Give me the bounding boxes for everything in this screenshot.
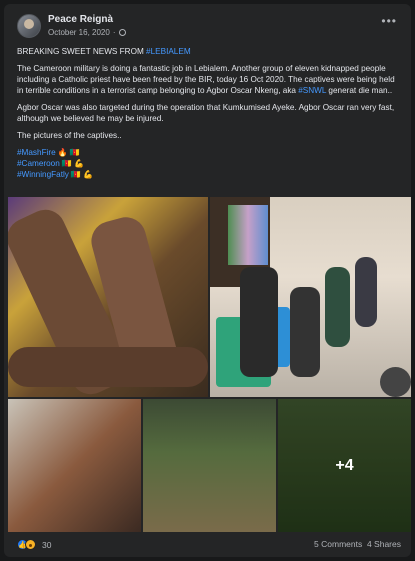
photo-forest-march[interactable] [143, 399, 276, 532]
hashtag-line: #MashFire 🔥 🇨🇲 [17, 147, 401, 158]
paragraph-3: The pictures of the captives.. [17, 131, 122, 140]
hashtag-line: #Cameroon 🇨🇲 💪 [17, 158, 401, 169]
engagement-counts: 5 Comments 4 Shares [314, 539, 401, 549]
photo-shape [8, 347, 208, 387]
paragraph-1-after: generat die man.. [326, 86, 393, 95]
photo-soldiers-captives[interactable]: +4 [278, 399, 411, 532]
photo-legs-closeup[interactable] [8, 399, 141, 532]
more-icon[interactable]: ••• [381, 14, 397, 28]
more-photos-overlay[interactable]: +4 [278, 399, 411, 532]
meta-separator: · [112, 28, 116, 37]
shares-count[interactable]: 4 Shares [367, 539, 401, 549]
reaction-summary[interactable]: 👍 30 [17, 539, 51, 550]
post-card: Peace Reignà October 16, 2020 · ••• BREA… [4, 4, 411, 557]
photo-seated-captives[interactable] [210, 197, 411, 397]
globe-icon [118, 29, 126, 36]
author-name[interactable]: Peace Reignà [48, 14, 113, 25]
photo-shape [240, 267, 278, 377]
photo-grid: +4 [8, 197, 411, 532]
hashtag-winningfatly[interactable]: #WinningFatly [17, 170, 69, 179]
paragraph-1: The Cameroon military is doing a fantast… [17, 63, 401, 96]
post-text: BREAKING SWEET NEWS FROM #LEBIALEM The C… [17, 46, 401, 186]
hashtag-cameroon[interactable]: #Cameroon [17, 159, 60, 168]
post-meta: October 16, 2020 · [48, 28, 126, 37]
hashtag-lebialem[interactable]: #LEBIALEM [146, 47, 191, 56]
photo-shape [290, 287, 320, 377]
paragraph-2: Agbor Oscar was also targeted during the… [17, 103, 395, 123]
post-date[interactable]: October 16, 2020 [48, 28, 110, 37]
post-header: Peace Reignà October 16, 2020 · ••• [4, 4, 411, 44]
hashtag-list: #MashFire 🔥 🇨🇲 #Cameroon 🇨🇲 💪 #WinningFatl… [17, 147, 401, 180]
wow-reaction-icon [25, 539, 36, 550]
photo-feet-closeup[interactable] [8, 197, 208, 397]
avatar[interactable] [17, 14, 41, 38]
headline-text: BREAKING SWEET NEWS FROM [17, 47, 147, 56]
reaction-count: 30 [42, 539, 52, 550]
hashtag-mashfire[interactable]: #MashFire [17, 148, 56, 157]
hashtag-snwl[interactable]: #SNWL [298, 86, 326, 95]
photo-shape [325, 267, 350, 347]
photo-shape [380, 367, 411, 397]
emoji-group: 🇨🇲 💪 [70, 170, 94, 179]
headline: BREAKING SWEET NEWS FROM #LEBIALEM [17, 46, 401, 57]
photo-shape [228, 205, 268, 265]
photo-shape [355, 257, 377, 327]
emoji-group: 🔥 🇨🇲 [57, 148, 80, 157]
post-footer: 👍 30 5 Comments 4 Shares [17, 539, 401, 555]
hashtag-line: #WinningFatly 🇨🇲 💪 [17, 169, 401, 180]
comments-count[interactable]: 5 Comments [314, 539, 362, 549]
avatar-face [24, 19, 34, 29]
emoji-group: 🇨🇲 💪 [61, 159, 84, 168]
